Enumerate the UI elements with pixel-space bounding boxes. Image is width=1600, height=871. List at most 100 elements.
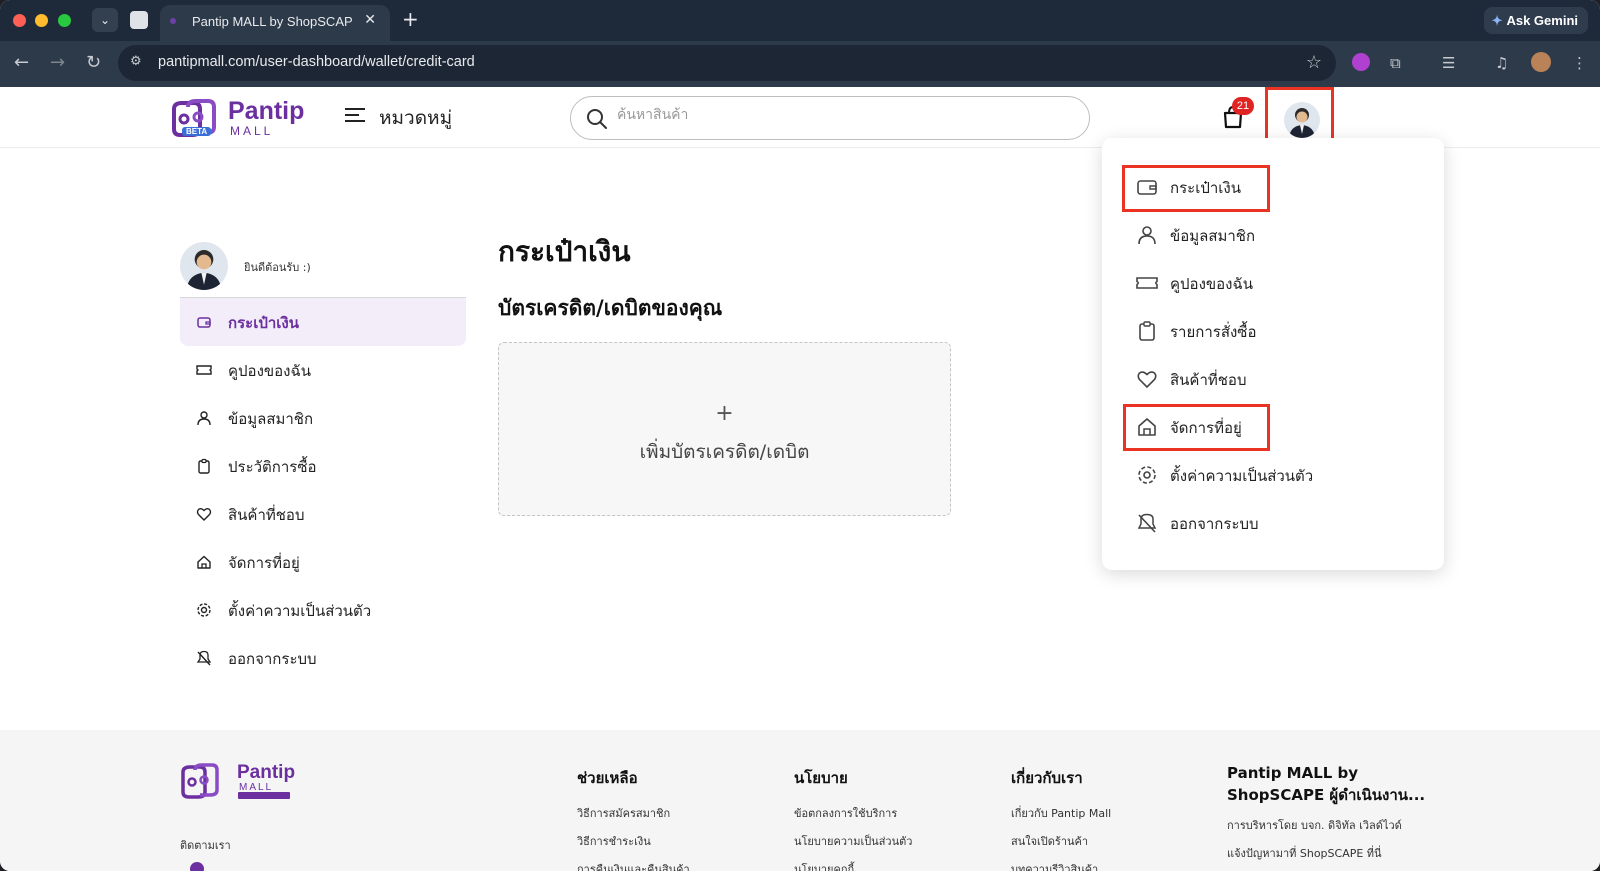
ask-gemini-label: Ask Gemini: [1506, 13, 1578, 28]
dropdown-item-label: รายการสั่งซื้อ: [1170, 323, 1257, 341]
highlight-addresses-box: [1123, 404, 1270, 451]
sidebar-item-label: ประวัติการซื้อ: [228, 458, 317, 476]
search-icon: [587, 109, 607, 129]
dropdown-item-profile[interactable]: ข้อมูลสมาชิก: [1130, 214, 1420, 254]
dropdown-item-orders[interactable]: รายการสั่งซื้อ: [1130, 310, 1420, 350]
social-icon[interactable]: [190, 862, 204, 871]
chevron-down-icon: ⌄: [99, 13, 111, 27]
footer-link[interactable]: สนใจเปิดร้านค้า: [1011, 832, 1111, 850]
forward-arrow-icon[interactable]: →: [50, 53, 65, 73]
logout-icon: [196, 650, 212, 666]
logo-subtext: MALL: [230, 124, 274, 138]
footer-policy-title: นโยบาย: [794, 769, 848, 787]
ticket-icon: [1136, 277, 1158, 289]
sidebar-item-label: ข้อมูลสมาชิก: [228, 410, 314, 428]
address-bar[interactable]: ⚙ pantipmall.com/user-dashboard/wallet/c…: [118, 45, 1336, 81]
avatar: [1284, 102, 1320, 138]
welcome-text: ยินดีต้อนรับ :): [244, 261, 311, 274]
plus-icon: +: [715, 401, 734, 426]
follow-us-label: ติดตามเรา: [180, 839, 231, 852]
heart-icon: [196, 508, 212, 521]
sidebar-item-addresses[interactable]: จัดการที่อยู่: [180, 538, 466, 586]
hamburger-icon: [345, 108, 365, 126]
footer-link[interactable]: ข้อตกลงการใช้บริการ: [794, 804, 912, 822]
sidebar-item-label: คูปองของฉัน: [228, 362, 311, 380]
sidebar-item-profile[interactable]: ข้อมูลสมาชิก: [180, 394, 466, 442]
back-arrow-icon[interactable]: ←: [14, 53, 29, 73]
sidebar-item-privacy[interactable]: ตั้งค่าความเป็นส่วนตัว: [180, 586, 466, 634]
more-menu-icon[interactable]: ⋮: [1572, 54, 1587, 72]
site-settings-icon[interactable]: ⚙: [130, 54, 146, 70]
sidebar-item-purchase-history[interactable]: ประวัติการซื้อ: [180, 442, 466, 490]
footer-link[interactable]: แจ้งปัญหามาที่ ShopSCAPE ที่นี่: [1227, 844, 1437, 862]
footer-about-title: เกี่ยวกับเรา: [1011, 769, 1083, 787]
footer-logo-text: Pantip: [237, 762, 296, 783]
footer-link[interactable]: การคืนเงินและคืนสินค้า: [577, 860, 690, 871]
tab-favicon-icon: [170, 18, 176, 24]
new-tab-button[interactable]: +: [402, 9, 419, 29]
page-title: กระเป๋าเงิน: [498, 235, 631, 268]
logout-icon: [1137, 513, 1157, 533]
gear-icon: [197, 603, 211, 617]
close-window-button[interactable]: [13, 14, 26, 27]
sidebar-item-label: สินค้าที่ชอบ: [228, 506, 305, 524]
add-card-button[interactable]: + เพิ่มบัตรเครดิต/เดบิต: [498, 342, 951, 516]
search-bar[interactable]: [570, 96, 1090, 140]
cart-count-badge: 21: [1232, 97, 1254, 115]
category-label: หมวดหมู่: [379, 107, 453, 129]
gemini-spark-icon: ✦: [1491, 13, 1503, 28]
user-icon: [1138, 226, 1156, 245]
pinned-tab[interactable]: [130, 11, 148, 29]
footer-link[interactable]: การบริหารโดย บจก. ดิจิทัล เวิลด์ไวด์: [1227, 816, 1437, 834]
extension-icon[interactable]: [1352, 53, 1370, 71]
media-control-icon[interactable]: ♫: [1495, 54, 1508, 72]
dropdown-item-favorites[interactable]: สินค้าที่ชอบ: [1130, 358, 1420, 398]
clipboard-icon: [1139, 321, 1155, 341]
footer-link[interactable]: บทความรีวิวสินค้า: [1011, 860, 1111, 871]
dropdown-item-privacy[interactable]: ตั้งค่าความเป็นส่วนตัว: [1130, 454, 1420, 494]
tab-search-button[interactable]: ⌄: [92, 8, 118, 32]
sidebar-item-label: กระเป๋าเงิน: [228, 314, 299, 332]
footer-logo-subtext: MALL: [239, 782, 274, 793]
user-icon: [197, 411, 211, 426]
footer-about-column: เกี่ยวกับเรา เกี่ยวกับ Pantip Mall สนใจเ…: [1011, 766, 1111, 871]
dropdown-item-coupons[interactable]: คูปองของฉัน: [1130, 262, 1420, 302]
reading-list-icon[interactable]: ☰: [1442, 54, 1455, 72]
minimize-window-button[interactable]: [35, 14, 48, 27]
footer-link[interactable]: วิธีการสมัครสมาชิก: [577, 804, 690, 822]
maximize-window-button[interactable]: [58, 14, 71, 27]
site-footer: Pantip MALL ติดตามเรา ช่วยเหลือ วิธีการส…: [0, 730, 1600, 871]
sidebar-item-logout[interactable]: ออกจากระบบ: [180, 634, 466, 682]
tab-active[interactable]: Pantip MALL by ShopSCAPE ✕: [160, 5, 390, 41]
dropdown-item-label: คูปองของฉัน: [1170, 275, 1253, 293]
extensions-puzzle-icon[interactable]: ⧉: [1390, 54, 1401, 72]
footer-link[interactable]: นโยบายความเป็นส่วนตัว: [794, 832, 912, 850]
dropdown-item-logout[interactable]: ออกจากระบบ: [1130, 502, 1420, 542]
beta-badge: BETA: [182, 127, 212, 136]
footer-link[interactable]: เกี่ยวกับ Pantip Mall: [1011, 804, 1111, 822]
pantip-mall-logo[interactable]: Pantip MALL BETA: [168, 97, 313, 139]
bookmark-star-icon[interactable]: ☆: [1306, 52, 1322, 73]
wallet-icon: [197, 317, 211, 328]
sidebar-item-wallet[interactable]: กระเป๋าเงิน: [180, 298, 466, 346]
search-input[interactable]: [617, 107, 1057, 123]
dropdown-item-label: สินค้าที่ชอบ: [1170, 371, 1247, 389]
sidebar-item-label: จัดการที่อยู่: [228, 554, 300, 572]
dropdown-item-label: ออกจากระบบ: [1170, 515, 1259, 533]
close-tab-icon[interactable]: ✕: [364, 12, 376, 28]
section-title: บัตรเครดิต/เดบิตของคุณ: [498, 296, 723, 320]
add-card-label: เพิ่มบัตรเครดิต/เดบิต: [639, 441, 810, 463]
sidebar-item-coupons[interactable]: คูปองของฉัน: [180, 346, 466, 394]
reload-icon[interactable]: ↻: [86, 53, 101, 73]
profile-avatar[interactable]: [1531, 52, 1551, 72]
highlight-wallet-box: [1122, 165, 1270, 212]
sidebar-menu: กระเป๋าเงิน คูปองของฉัน ข้อมูลสมาชิก ประ…: [180, 298, 466, 682]
footer-link[interactable]: วิธีการชำระเงิน: [577, 832, 690, 850]
avatar: [180, 242, 228, 290]
footer-link[interactable]: นโยบายคุกกี้: [794, 860, 912, 871]
ask-gemini-button[interactable]: ✦ Ask Gemini: [1483, 7, 1588, 34]
logo-text: Pantip: [228, 97, 305, 125]
dropdown-item-label: ข้อมูลสมาชิก: [1170, 227, 1256, 245]
sidebar-item-favorites[interactable]: สินค้าที่ชอบ: [180, 490, 466, 538]
url-text[interactable]: pantipmall.com/user-dashboard/wallet/cre…: [158, 54, 475, 70]
